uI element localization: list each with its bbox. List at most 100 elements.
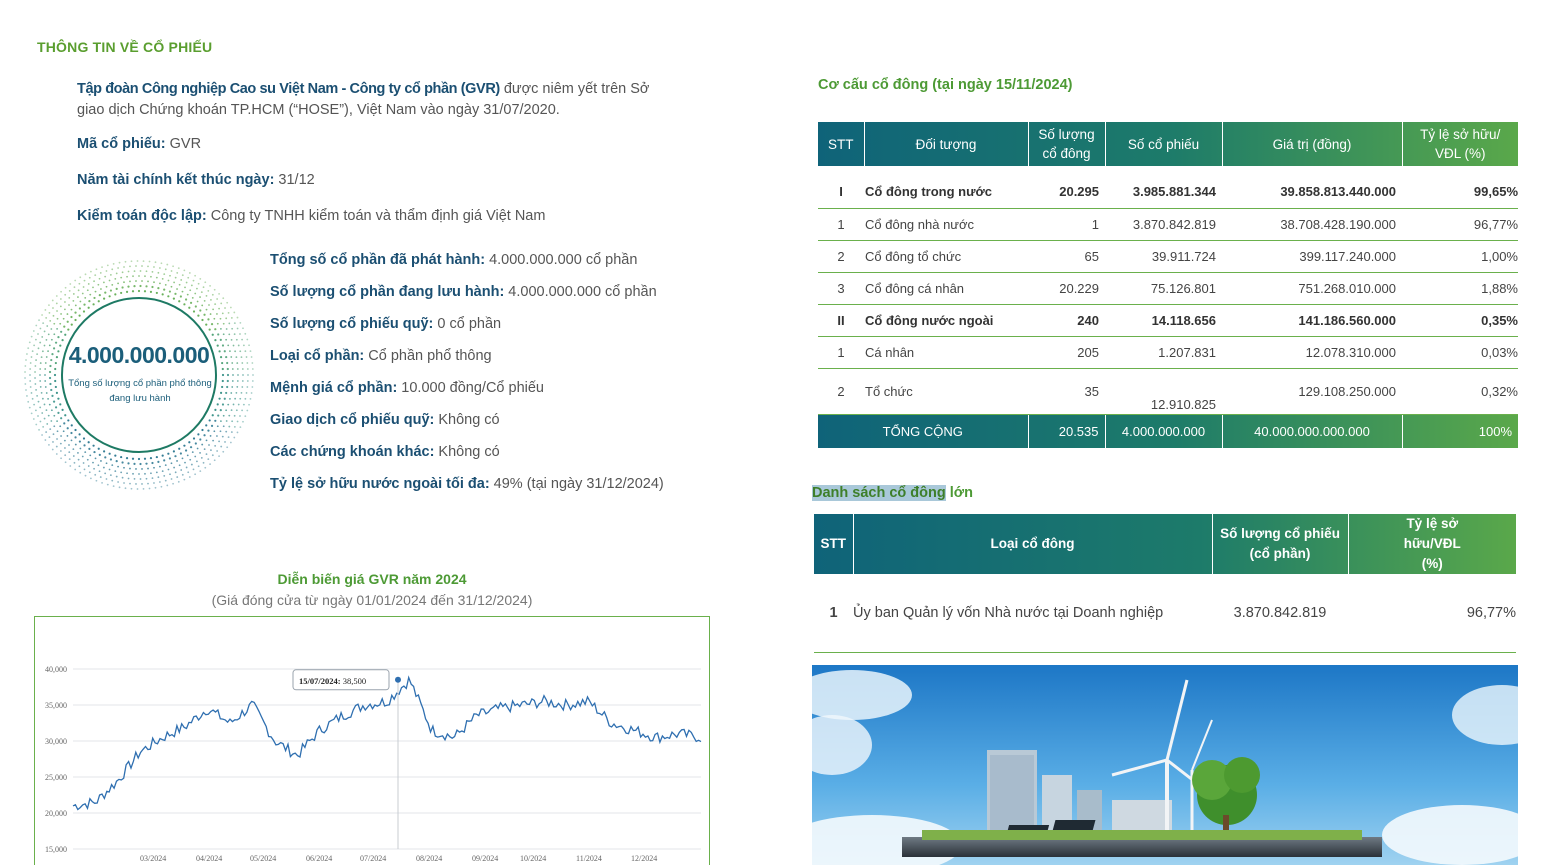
- cell-value: 399.117.240.000: [1222, 240, 1402, 273]
- major-shareholders-table: STT Loại cổ đông Số lượng cổ phiếu (cổ p…: [814, 514, 1516, 653]
- ring-dot: [106, 264, 109, 267]
- ring-dot: [66, 320, 69, 323]
- ring-dot: [228, 322, 231, 325]
- ring-dot: [220, 420, 222, 423]
- ring-dot: [63, 308, 66, 311]
- ring-dot: [221, 379, 224, 383]
- ring-dot: [111, 479, 114, 482]
- ring-dot: [69, 283, 72, 285]
- ring-dot: [174, 471, 177, 474]
- ring-dot: [50, 328, 53, 330]
- ring-dot: [204, 281, 207, 284]
- ring-dot: [60, 290, 62, 293]
- ring-dot: [60, 417, 63, 420]
- cell-holders: 35: [1028, 368, 1105, 415]
- ring-dot: [225, 338, 228, 341]
- ring-dot: [218, 455, 220, 458]
- cell-shares: 3.870.842.819: [1105, 208, 1222, 241]
- ring-dot: [153, 266, 155, 268]
- ring-dot: [218, 440, 220, 443]
- ring-dot: [60, 457, 62, 460]
- ring-dot: [79, 276, 82, 279]
- ring-dot: [67, 419, 70, 422]
- ring-dot: [50, 420, 53, 422]
- ring-dot: [154, 486, 157, 489]
- table-row: 3 Cổ đông cá nhân 20.229 75.126.801 751.…: [818, 272, 1518, 305]
- ring-dot: [24, 371, 26, 373]
- ring-dot: [231, 386, 234, 388]
- ring-dot: [229, 441, 232, 444]
- ring-dot: [208, 328, 211, 331]
- ring-dot: [64, 454, 67, 457]
- ring-dot: [172, 450, 175, 453]
- ring-dot: [48, 443, 50, 446]
- ring-dot: [229, 397, 231, 400]
- ring-dot: [147, 482, 149, 485]
- ring-dot: [105, 270, 108, 272]
- info-fiscal-year: Năm tài chính kết thúc ngày: 31/12: [77, 172, 315, 188]
- ring-dot: [210, 298, 212, 301]
- ring-dot: [51, 299, 54, 302]
- cell-subject: Cá nhân: [864, 336, 1028, 369]
- ring-dot: [103, 297, 106, 300]
- ring-dot: [104, 291, 107, 294]
- price-chart-svg: 15,000 20,000 25,000 30,000 35,000 40,000 03/2…: [45, 665, 702, 863]
- ring-dot: [92, 444, 95, 447]
- ring-dot: [139, 284, 142, 288]
- ring-dot: [174, 455, 177, 458]
- ring-dot: [117, 481, 120, 483]
- ring-dot: [108, 468, 111, 471]
- ring-dot: [233, 414, 236, 417]
- ring-dot: [39, 327, 42, 330]
- ring-dot: [169, 473, 171, 476]
- ring-dot: [57, 411, 60, 414]
- ring-dot: [130, 260, 133, 263]
- y-tick-label: 25,000: [45, 773, 67, 782]
- ring-dot: [126, 275, 128, 278]
- ring-dot: [39, 374, 41, 376]
- ring-dot: [59, 298, 62, 300]
- ring-dot: [178, 300, 181, 303]
- ring-dot: [126, 472, 128, 475]
- ring-dot: [220, 327, 222, 330]
- price-line: [72, 675, 702, 811]
- detail-label: Loại cổ phần:: [270, 348, 365, 364]
- circle-number: 4.000.000.000: [68, 342, 210, 368]
- ring-dot: [196, 460, 198, 463]
- ring-dot: [114, 470, 117, 473]
- ring-dot: [45, 338, 48, 341]
- ring-dot: [133, 285, 136, 288]
- ring-dot: [190, 284, 193, 287]
- ring-dot: [167, 468, 170, 471]
- ring-dot: [55, 391, 59, 394]
- ring-dot: [48, 311, 51, 314]
- ring-dot: [59, 322, 62, 325]
- ring-dot: [131, 290, 135, 293]
- ring-dot: [231, 327, 234, 330]
- ring-dot: [250, 392, 253, 394]
- ring-dot: [120, 276, 123, 279]
- ring-dot: [196, 287, 198, 290]
- ring-dot: [197, 282, 200, 285]
- ring-dot: [194, 442, 197, 445]
- ring-dot: [213, 317, 216, 320]
- ring-dot: [235, 391, 238, 394]
- ring-dot: [73, 461, 76, 464]
- ring-dot: [68, 444, 70, 446]
- ring-dot: [227, 403, 230, 406]
- ring-dot: [104, 275, 107, 278]
- green-city-photo: [812, 665, 1518, 865]
- ring-dot: [227, 436, 230, 439]
- ring-dot: [37, 333, 39, 335]
- ring-dot: [236, 316, 239, 319]
- ring-dot: [144, 275, 146, 278]
- ring-dot: [226, 379, 229, 383]
- ring-dot: [158, 267, 161, 269]
- ring-dot: [148, 487, 151, 490]
- ring-dot: [93, 450, 96, 454]
- ring-dot: [201, 318, 204, 322]
- ring-dot: [141, 280, 143, 282]
- ring-dot: [48, 370, 52, 374]
- ring-dot: [123, 466, 125, 469]
- ring-dot: [88, 471, 91, 474]
